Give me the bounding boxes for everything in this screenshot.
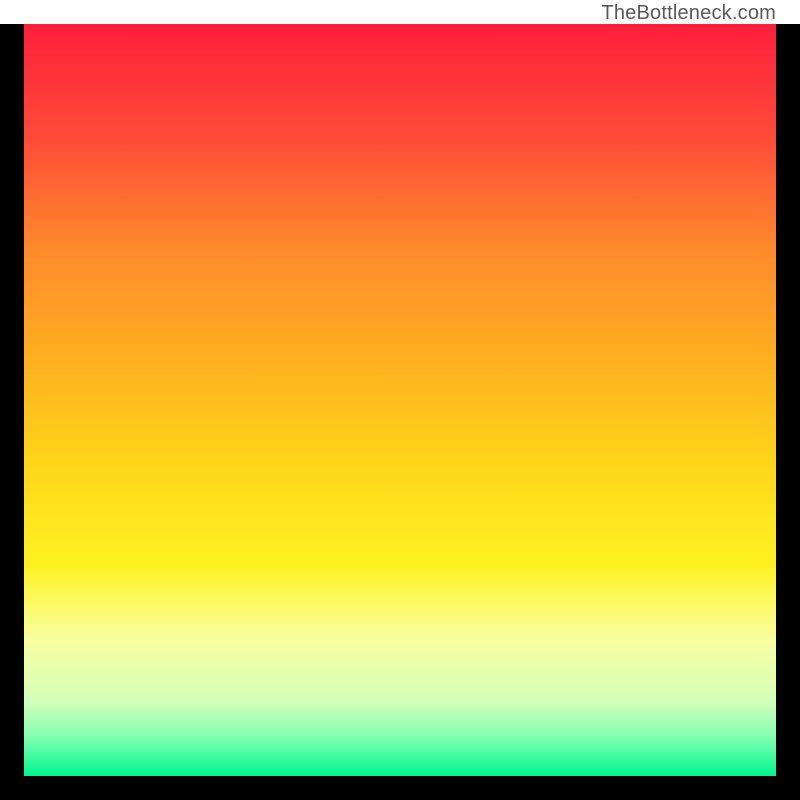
axis-frame-right	[776, 0, 800, 800]
axis-frame-bottom	[0, 776, 800, 800]
axis-frame-left	[0, 0, 24, 800]
chart-container: TheBottleneck.com	[0, 0, 800, 800]
plot-area	[24, 24, 776, 776]
watermark-text: TheBottleneck.com	[601, 2, 776, 25]
gradient-background	[24, 24, 776, 776]
